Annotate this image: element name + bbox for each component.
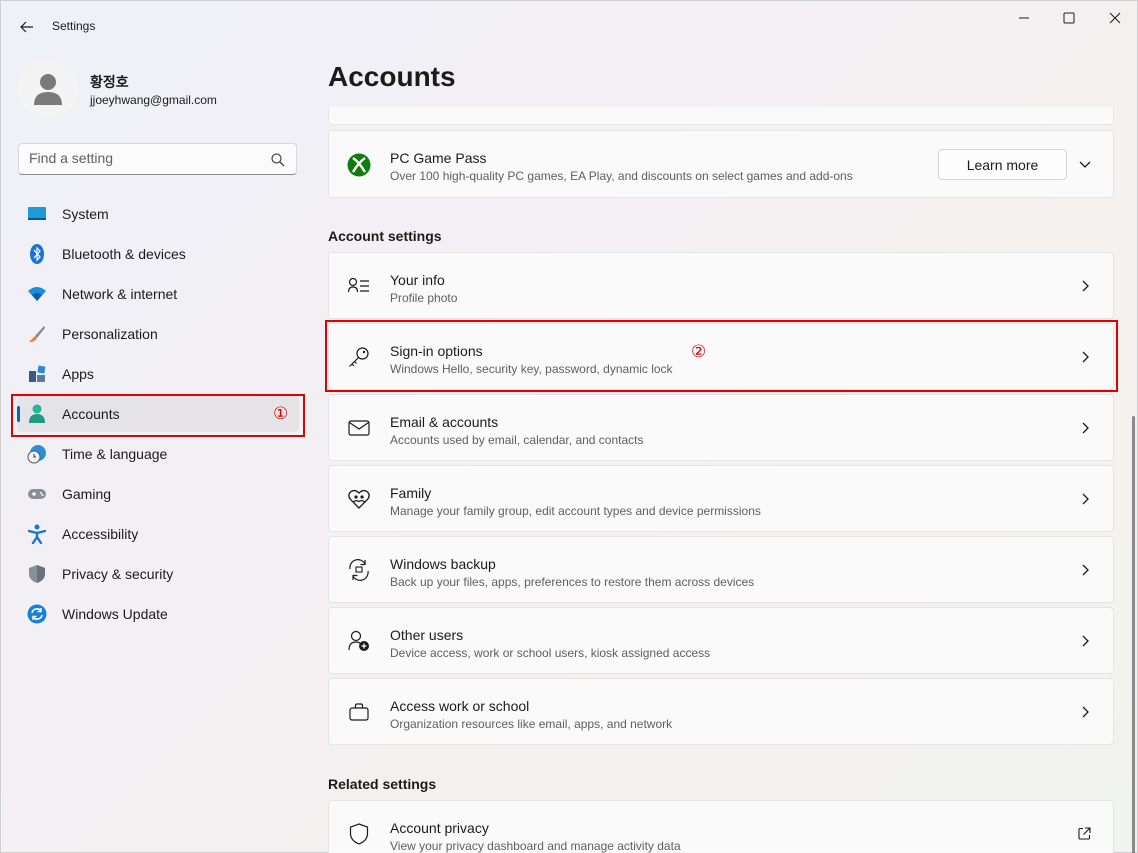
apps-icon	[27, 364, 47, 384]
card-subtitle: Device access, work or school users, kio…	[390, 646, 711, 660]
sidebar-item-label: Network & internet	[62, 286, 178, 302]
sidebar-item-label: Apps	[62, 366, 94, 382]
shield-outline-icon	[347, 822, 371, 846]
close-icon	[1109, 12, 1121, 24]
card-subtitle: Back up your files, apps, preferences to…	[390, 575, 755, 589]
avatar[interactable]	[18, 59, 78, 119]
time-language-icon	[27, 444, 47, 464]
card-title: Other users	[390, 627, 464, 643]
card-title: Account privacy	[390, 820, 489, 836]
accessibility-icon	[27, 524, 47, 544]
sidebar-item-label: Privacy & security	[62, 566, 174, 582]
sidebar-item-gaming[interactable]: Gaming	[17, 476, 299, 512]
scrollbar-thumb[interactable]	[1132, 416, 1135, 853]
app-title: Settings	[52, 19, 96, 33]
card-subtitle: Organization resources like email, apps,…	[390, 717, 673, 731]
sidebar-item-label: Personalization	[62, 326, 158, 342]
card-subtitle: Profile photo	[390, 291, 458, 305]
system-icon	[27, 204, 47, 224]
brush-icon	[27, 324, 47, 344]
maximize-button[interactable]	[1055, 7, 1083, 29]
settings-window: Settings 황정호 jjoeyhwang@gmail.com Find a…	[0, 0, 1138, 853]
card-subtitle: Over 100 high-quality PC games, EA Play,…	[390, 169, 853, 183]
chevron-down-icon[interactable]	[1079, 158, 1091, 170]
chevron-right-icon	[1082, 280, 1089, 292]
maximize-icon	[1063, 12, 1075, 24]
family-icon	[347, 487, 371, 511]
sidebar-item-windows-update[interactable]: Windows Update	[17, 596, 299, 632]
briefcase-icon	[347, 700, 371, 724]
section-title-related-settings: Related settings	[328, 776, 437, 792]
backup-icon	[347, 558, 371, 582]
access-work-school-item[interactable]: Access work or school Organization resou…	[328, 678, 1114, 745]
external-link-icon	[1078, 827, 1091, 840]
card-title: Family	[390, 485, 432, 501]
card-title: PC Game Pass	[390, 150, 487, 166]
profile-email: jjoeyhwang@gmail.com	[90, 93, 217, 107]
sidebar-item-bluetooth[interactable]: Bluetooth & devices	[17, 236, 299, 272]
card-title: Windows backup	[390, 556, 496, 572]
sidebar-item-label: Accessibility	[62, 526, 139, 542]
main-content: PC Game Pass Over 100 high-quality PC ga…	[328, 107, 1114, 853]
back-arrow-icon	[20, 21, 33, 33]
minimize-button[interactable]	[1010, 7, 1038, 29]
account-privacy-item[interactable]: Account privacy View your privacy dashbo…	[328, 800, 1114, 853]
mail-icon	[347, 416, 371, 440]
sidebar-item-label: Bluetooth & devices	[62, 246, 186, 262]
family-item[interactable]: Family Manage your family group, edit ac…	[328, 465, 1114, 532]
sidebar-item-apps[interactable]: Apps	[17, 356, 299, 392]
chevron-right-icon	[1082, 422, 1089, 434]
back-button[interactable]	[13, 13, 41, 41]
update-icon	[27, 604, 47, 624]
highlight-box-accounts	[11, 394, 305, 437]
sidebar-item-personalization[interactable]: Personalization	[17, 316, 299, 352]
sidebar-item-label: Time & language	[62, 446, 168, 462]
sidebar-item-label: System	[62, 206, 109, 222]
title-bar: Settings	[1, 1, 1138, 51]
learn-more-button[interactable]: Learn more	[938, 149, 1067, 180]
sidebar-item-label: Gaming	[62, 486, 112, 502]
gamepad-icon	[27, 484, 47, 504]
card-subtitle: Accounts used by email, calendar, and co…	[390, 433, 644, 447]
card-subtitle: View your privacy dashboard and manage a…	[390, 839, 681, 853]
card-title: Access work or school	[390, 698, 530, 714]
person-info-icon	[347, 274, 371, 298]
sidebar-item-system[interactable]: System	[17, 196, 299, 232]
page-title: Accounts	[328, 61, 456, 92]
search-box[interactable]	[18, 143, 297, 175]
close-button[interactable]	[1101, 7, 1129, 29]
avatar-person-icon	[34, 74, 62, 105]
chevron-right-icon	[1082, 493, 1089, 505]
highlight-box-sign-in-options	[325, 320, 1118, 392]
shield-icon	[27, 564, 47, 584]
search-icon[interactable]	[270, 152, 286, 168]
wifi-icon	[27, 284, 47, 304]
search-input[interactable]	[29, 150, 259, 166]
card-title: Email & accounts	[390, 414, 499, 430]
sidebar-item-time-language[interactable]: Time & language	[17, 436, 299, 472]
profile-name: 황정호	[90, 74, 129, 90]
annotation-number-1: ①	[273, 404, 289, 424]
sidebar-item-label: Windows Update	[62, 606, 168, 622]
bluetooth-icon	[27, 244, 47, 264]
your-info-item[interactable]: Your info Profile photo	[328, 252, 1114, 319]
add-user-icon	[347, 629, 371, 653]
sidebar-item-privacy-security[interactable]: Privacy & security	[17, 556, 299, 592]
sidebar-item-network[interactable]: Network & internet	[17, 276, 299, 312]
chevron-right-icon	[1082, 564, 1089, 576]
other-users-item[interactable]: Other users Device access, work or schoo…	[328, 607, 1114, 674]
previous-card	[328, 107, 1114, 125]
email-accounts-item[interactable]: Email & accounts Accounts used by email,…	[328, 394, 1114, 461]
chevron-right-icon	[1082, 706, 1089, 718]
xbox-icon	[347, 153, 371, 177]
card-title: Your info	[390, 272, 445, 288]
chevron-right-icon	[1082, 635, 1089, 647]
minimize-icon	[1019, 17, 1029, 19]
windows-backup-item[interactable]: Windows backup Back up your files, apps,…	[328, 536, 1114, 603]
sidebar-item-accessibility[interactable]: Accessibility	[17, 516, 299, 552]
section-title-account-settings: Account settings	[328, 228, 442, 244]
game-pass-card[interactable]: PC Game Pass Over 100 high-quality PC ga…	[328, 130, 1114, 198]
card-subtitle: Manage your family group, edit account t…	[390, 504, 761, 518]
annotation-number-2: ②	[691, 342, 707, 362]
